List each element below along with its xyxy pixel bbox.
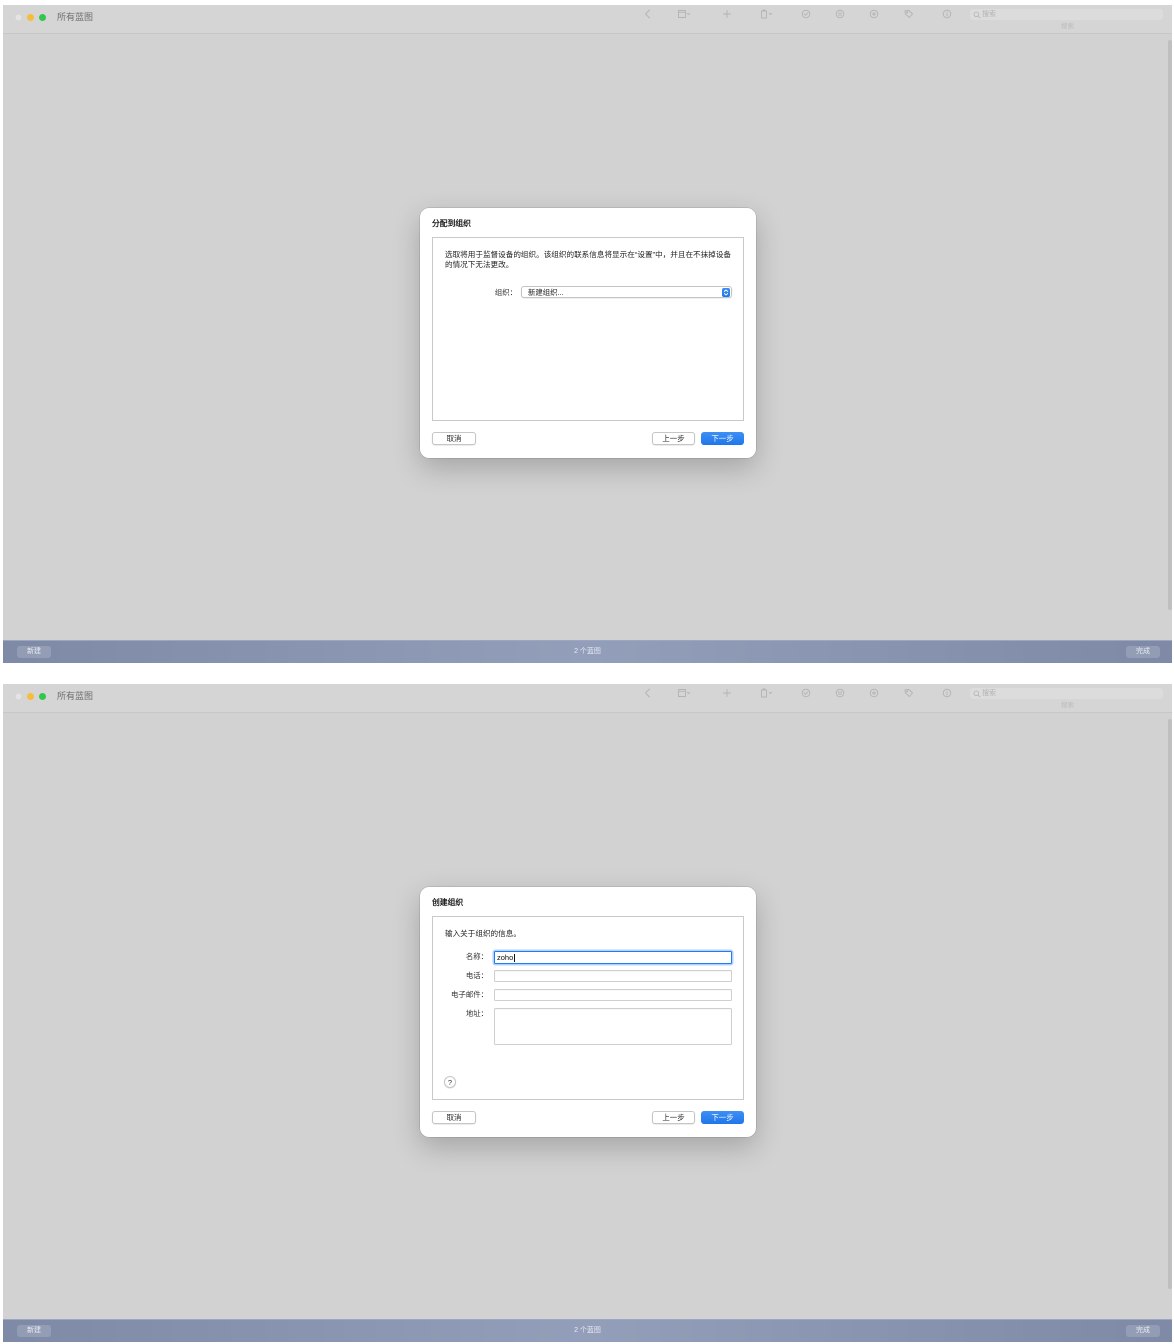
window-title: 所有蓝图 — [57, 12, 94, 22]
blueprint-count: 2 个蓝图 — [574, 648, 601, 655]
address-textarea[interactable] — [494, 1008, 732, 1045]
dialog-content-panel: 输入关于组织的信息。 名称： zoho 电话： 电子邮件： 地址： ? — [432, 916, 744, 1100]
search-label: 搜索 — [1061, 23, 1074, 30]
tag-icon[interactable] — [901, 9, 915, 19]
info-icon[interactable] — [940, 688, 954, 698]
view-mode-icon[interactable] — [677, 9, 691, 19]
minimize-window-button[interactable] — [26, 692, 34, 700]
search-label: 搜索 — [1061, 702, 1074, 709]
phone-label: 电话： — [465, 971, 488, 980]
window-title: 所有蓝图 — [57, 691, 94, 701]
next-button[interactable]: 下一步 — [701, 1111, 744, 1124]
scrollbar[interactable] — [1168, 719, 1172, 1289]
dialog-description: 选取将用于监督设备的组织。该组织的联系信息将显示在“设置”中，并且在不抹掉设备的… — [445, 250, 732, 269]
close-window-button[interactable] — [14, 692, 22, 700]
blueprints-window: 所有蓝图 搜索 创建组织 输入关于组织的信息。 名称： zoho 电话： — [3, 684, 1172, 1342]
dialog-content-panel: 选取将用于监督设备的组织。该组织的联系信息将显示在“设置”中，并且在不抹掉设备的… — [432, 237, 744, 421]
dialog-title: 分配到组织 — [432, 219, 471, 228]
pause-icon[interactable] — [833, 9, 847, 19]
create-organization-dialog: 创建组织 输入关于组织的信息。 名称： zoho 电话： 电子邮件： 地址： ?… — [420, 887, 756, 1137]
popup-stepper-icon — [721, 288, 730, 297]
help-button[interactable]: ? — [444, 1076, 456, 1088]
view-mode-icon[interactable] — [677, 688, 691, 698]
search-field[interactable] — [970, 9, 1163, 20]
address-label: 地址： — [465, 1009, 488, 1018]
magnifier-icon — [973, 690, 981, 698]
email-label: 电子邮件： — [451, 990, 488, 999]
restore-icon[interactable] — [867, 688, 881, 698]
search-input[interactable] — [982, 688, 1152, 699]
bottom-bar: 新建 2 个蓝图 完成 — [3, 1319, 1172, 1342]
tag-icon[interactable] — [901, 688, 915, 698]
dialog-title: 创建组织 — [432, 898, 464, 907]
cancel-button[interactable]: 取消 — [432, 432, 476, 445]
chevron-left-icon[interactable] — [641, 9, 655, 19]
minimize-window-button[interactable] — [26, 13, 34, 21]
title-bar: 所有蓝图 搜索 — [3, 5, 1172, 34]
device-icon[interactable] — [759, 9, 773, 19]
organization-popup[interactable]: 新建组织... — [521, 286, 732, 298]
text-caret — [513, 953, 515, 962]
dialog-description: 输入关于组织的信息。 — [445, 929, 521, 938]
cancel-button[interactable]: 取消 — [432, 1111, 476, 1124]
back-button[interactable]: 上一步 — [652, 1111, 695, 1124]
organization-label: 组织： — [494, 288, 517, 297]
add-icon[interactable] — [720, 9, 734, 19]
bottom-bar: 新建 2 个蓝图 完成 — [3, 640, 1172, 663]
blueprint-count: 2 个蓝图 — [574, 1327, 601, 1334]
email-input[interactable] — [494, 989, 732, 1001]
title-bar: 所有蓝图 搜索 — [3, 684, 1172, 713]
magnifier-icon — [973, 11, 981, 19]
info-icon[interactable] — [940, 9, 954, 19]
done-button[interactable]: 完成 — [1126, 1325, 1160, 1337]
add-icon[interactable] — [720, 688, 734, 698]
name-label: 名称： — [465, 952, 488, 961]
back-button[interactable]: 上一步 — [652, 432, 695, 445]
blueprints-window: 所有蓝图 搜索 分配到组织 选取将用于监督设备的组织。该组织的联系信息将显示在“… — [3, 5, 1172, 663]
prepare-icon[interactable] — [799, 9, 813, 19]
zoom-window-button[interactable] — [38, 692, 46, 700]
chevron-left-icon[interactable] — [641, 688, 655, 698]
assign-organization-dialog: 分配到组织 选取将用于监督设备的组织。该组织的联系信息将显示在“设置”中，并且在… — [420, 208, 756, 458]
device-icon[interactable] — [759, 688, 773, 698]
prepare-icon[interactable] — [799, 688, 813, 698]
scrollbar[interactable] — [1168, 40, 1172, 610]
name-input-value: zoho — [497, 953, 514, 962]
zoom-window-button[interactable] — [38, 13, 46, 21]
restore-icon[interactable] — [867, 9, 881, 19]
done-button[interactable]: 完成 — [1126, 646, 1160, 658]
close-window-button[interactable] — [14, 13, 22, 21]
name-input[interactable]: zoho — [494, 951, 732, 964]
search-input[interactable] — [982, 9, 1152, 20]
pause-icon[interactable] — [833, 688, 847, 698]
organization-selected-value: 新建组织... — [528, 288, 564, 297]
phone-input[interactable] — [494, 970, 732, 982]
search-field[interactable] — [970, 688, 1163, 699]
next-button[interactable]: 下一步 — [701, 432, 744, 445]
